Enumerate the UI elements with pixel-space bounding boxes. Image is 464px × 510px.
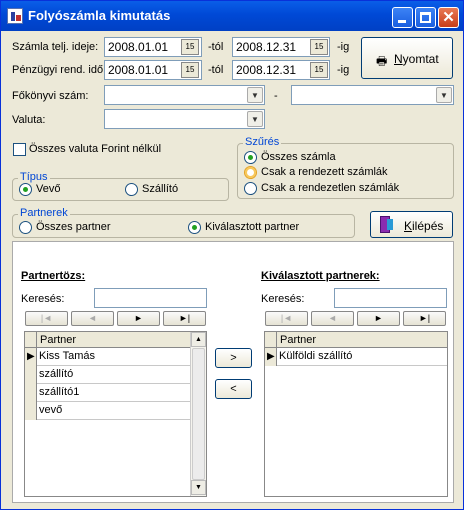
ledger-to-dropdown[interactable]: ▼ <box>291 85 454 105</box>
printer-icon: 🖶 <box>376 54 388 68</box>
radio-unsettled-invoices-label: Csak a rendezetlen számlák <box>261 182 400 194</box>
left-grid-header: Partner <box>25 332 190 348</box>
app-icon <box>7 8 23 24</box>
scroll-down-icon[interactable]: ▼ <box>191 480 206 495</box>
left-nav-prev[interactable]: ◄ <box>71 311 114 326</box>
right-search-input[interactable] <box>334 288 447 308</box>
right-grid-column-partner: Partner <box>280 334 317 346</box>
left-nav-first[interactable]: |◄ <box>25 311 68 326</box>
scroll-up-icon[interactable]: ▲ <box>191 332 206 347</box>
current-row-indicator-icon: ▶ <box>27 351 35 362</box>
right-nav-first[interactable]: |◄ <box>265 311 308 326</box>
right-nav-last[interactable]: ►| <box>403 311 446 326</box>
calendar-icon[interactable]: 15 <box>181 39 199 55</box>
selected-partners-title: Kiválasztott partnerek: <box>261 270 380 282</box>
to-suffix: -ig <box>337 64 350 76</box>
calendar-icon[interactable]: 15 <box>310 39 328 55</box>
radio-supplier[interactable] <box>125 183 138 196</box>
left-search-input[interactable] <box>94 288 207 308</box>
chevron-down-icon: ▼ <box>247 111 263 127</box>
close-icon: ✕ <box>442 9 455 26</box>
currency-label: Valuta: <box>12 114 46 126</box>
radio-settled-invoices[interactable] <box>244 166 257 179</box>
close-button[interactable]: ✕ <box>438 7 459 28</box>
table-row[interactable]: szállító1 <box>37 384 190 402</box>
title-bar: Folyószámla kimutatás ✕ <box>1 1 463 31</box>
right-nav-next[interactable]: ► <box>357 311 400 326</box>
invoice-date-label: Számla telj. ideje: <box>12 41 99 53</box>
left-partner-grid: Partner ▶ Kiss Tamás szállító szállító1 … <box>24 331 207 497</box>
left-nav-last[interactable]: ►| <box>163 311 206 326</box>
to-suffix: -ig <box>337 41 350 53</box>
partner-group-title: Partnerek <box>18 207 70 219</box>
add-partner-button[interactable]: > <box>215 348 252 368</box>
chevron-down-icon: ▼ <box>436 87 452 103</box>
exit-button-label: Kilépés <box>404 219 444 233</box>
print-button-label: Nyomtat <box>394 52 439 66</box>
main-window: Folyószámla kimutatás ✕ Számla telj. ide… <box>0 0 464 510</box>
right-search-label: Keresés: <box>261 293 305 305</box>
left-grid-column-partner: Partner <box>40 334 77 346</box>
radio-settled-invoices-label: Csak a rendezett számlák <box>261 166 388 178</box>
right-grid-header: Partner <box>265 332 447 348</box>
partner-panel: Partnertözs: Keresés: |◄ ◄ ► ►| Partner … <box>12 241 454 503</box>
radio-all-invoices-label: Összes számla <box>261 151 336 163</box>
ledger-from-dropdown[interactable]: ▼ <box>104 85 265 105</box>
calendar-icon[interactable]: 15 <box>310 62 328 78</box>
left-grid-scrollbar[interactable]: ▲ ▼ <box>190 332 206 496</box>
radio-selected-partner-label: Kiválasztott partner <box>205 221 300 233</box>
calendar-icon[interactable]: 15 <box>181 62 199 78</box>
chevron-down-icon: ▼ <box>247 87 263 103</box>
ledger-label: Főkönyvi szám: <box>12 90 89 102</box>
right-nav-prev[interactable]: ◄ <box>311 311 354 326</box>
left-nav-next[interactable]: ► <box>117 311 160 326</box>
radio-all-partners-label: Összes partner <box>36 221 111 233</box>
radio-supplier-label: Szállító <box>142 183 179 195</box>
all-currency-label: Összes valuta Forint nélkül <box>29 143 162 155</box>
financial-date-label: Pénzügyi rend. idő: <box>12 64 107 76</box>
window-title: Folyószámla kimutatás <box>28 8 171 23</box>
from-suffix: -tól <box>208 64 224 76</box>
exit-door-icon <box>380 216 394 233</box>
radio-selected-partner[interactable] <box>188 221 201 234</box>
partner-master-title: Partnertözs: <box>21 270 86 282</box>
currency-dropdown[interactable]: ▼ <box>104 109 265 129</box>
minimize-icon <box>398 20 406 23</box>
filter-group-title: Szűrés <box>243 136 282 148</box>
print-button[interactable]: 🖶 Nyomtat <box>361 37 453 79</box>
scroll-thumb[interactable] <box>192 348 205 480</box>
radio-unsettled-invoices[interactable] <box>244 182 257 195</box>
radio-customer-label: Vevő <box>36 183 61 195</box>
table-row[interactable]: Külföldi szállító <box>277 348 447 366</box>
remove-partner-button[interactable]: < <box>215 379 252 399</box>
exit-button[interactable]: Kilépés <box>370 211 453 238</box>
from-suffix: -tól <box>208 41 224 53</box>
radio-customer[interactable] <box>19 183 32 196</box>
maximize-icon <box>420 12 431 23</box>
type-group-title: Típus <box>18 171 50 183</box>
ledger-dash: - <box>274 90 278 102</box>
table-row[interactable]: vevő <box>37 402 190 420</box>
maximize-button[interactable] <box>415 7 436 28</box>
radio-all-partners[interactable] <box>19 221 32 234</box>
right-partner-grid: Partner ▶ Külföldi szállító <box>264 331 448 497</box>
table-row[interactable]: szállító <box>37 366 190 384</box>
minimize-button[interactable] <box>392 7 413 28</box>
table-row[interactable]: Kiss Tamás <box>37 348 190 366</box>
left-search-label: Keresés: <box>21 293 65 305</box>
current-row-indicator-icon: ▶ <box>267 351 275 362</box>
all-currency-checkbox[interactable] <box>13 143 26 156</box>
radio-all-invoices[interactable] <box>244 151 257 164</box>
